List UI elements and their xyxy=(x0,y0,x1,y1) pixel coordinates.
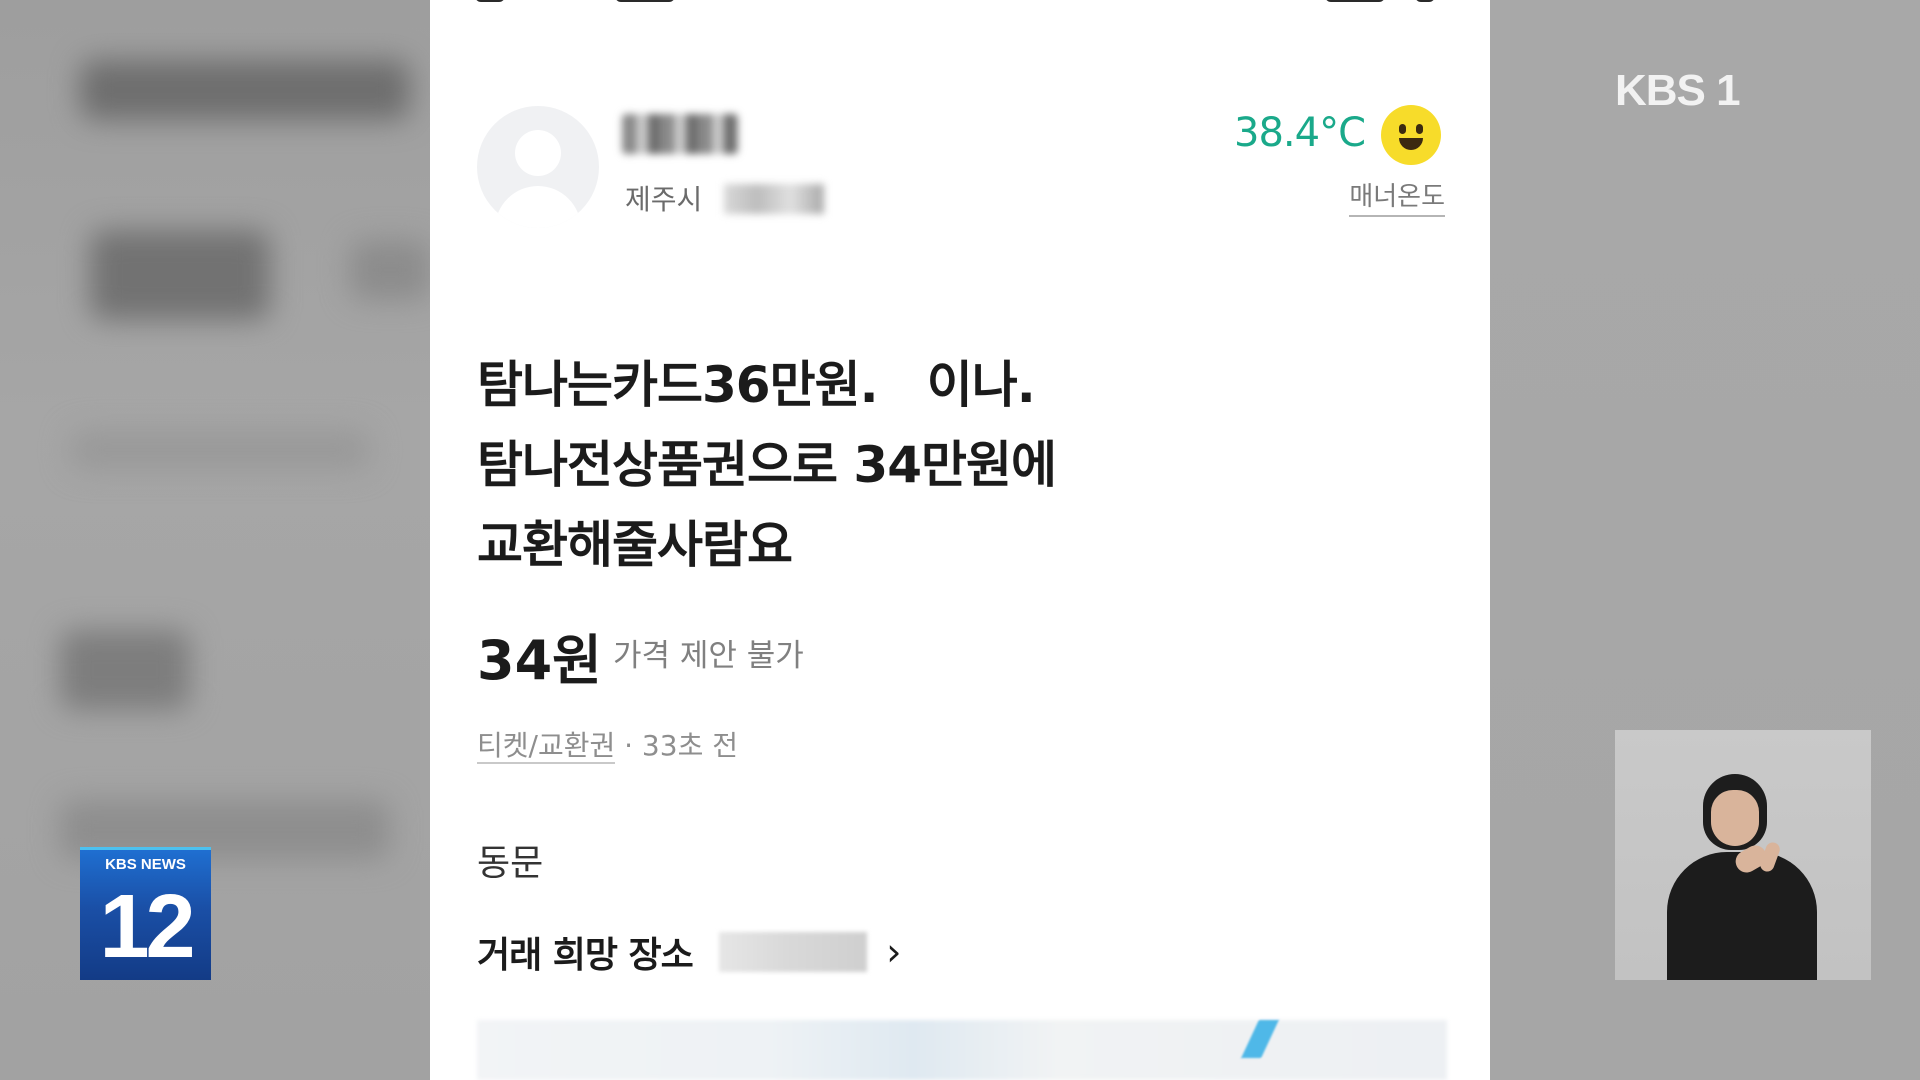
listing-meta: 티켓/교환권 · 33초 전 xyxy=(477,724,738,764)
seller-location-blurred xyxy=(724,184,824,214)
avatar-body xyxy=(495,186,581,228)
listing-title-line: 탐나는카드36만원. 이나. xyxy=(477,356,1036,414)
manner-temperature: 38.4°C xyxy=(1234,110,1366,156)
smiley-face-icon xyxy=(1381,105,1441,165)
trade-place-blurred xyxy=(718,932,867,972)
chevron-right-icon[interactable]: › xyxy=(881,930,907,974)
badge-number: 12 xyxy=(99,877,195,977)
listing-title-line: 탐나전상품권으로 34만원에 xyxy=(477,436,1057,494)
listing-title: 탐나는카드36만원. 이나. 탐나전상품권으로 34만원에 교환해줄사람요 xyxy=(477,345,1057,585)
posted-time: · 33초 전 xyxy=(615,729,738,762)
interpreter-face xyxy=(1711,790,1759,846)
trade-place-row[interactable]: 거래 희망 장소 › xyxy=(477,928,907,976)
seller-nickname-blurred[interactable] xyxy=(622,114,738,154)
top-cut-off-bar xyxy=(475,0,1445,8)
trade-place-label: 거래 희망 장소 xyxy=(477,935,694,976)
kbs-news-badge: KBS NEWS 12 xyxy=(80,847,211,980)
seller-avatar[interactable] xyxy=(477,106,599,228)
kbs-channel-logo: KBS 1 xyxy=(1615,66,1741,115)
listing-screen: 제주시 38.4°C 매너온도 탐나는카드36만원. 이나. 탐나전상품권으로 … xyxy=(430,0,1490,1080)
category-link[interactable]: 티켓/교환권 xyxy=(477,729,616,764)
avatar-head xyxy=(515,130,561,176)
price-offer-note: 가격 제안 불가 xyxy=(613,638,804,674)
badge-label: KBS NEWS xyxy=(105,856,186,873)
blurred-background-left xyxy=(0,0,430,1080)
seller-location: 제주시 xyxy=(625,183,703,216)
neighborhood: 동문 xyxy=(477,843,544,884)
manner-temperature-label[interactable]: 매너온도 xyxy=(1349,176,1445,217)
sign-language-interpreter-inset xyxy=(1615,730,1871,980)
map-preview[interactable] xyxy=(477,1020,1447,1080)
listing-title-line: 교환해줄사람요 xyxy=(477,516,793,574)
listing-price: 34원 xyxy=(477,629,602,692)
